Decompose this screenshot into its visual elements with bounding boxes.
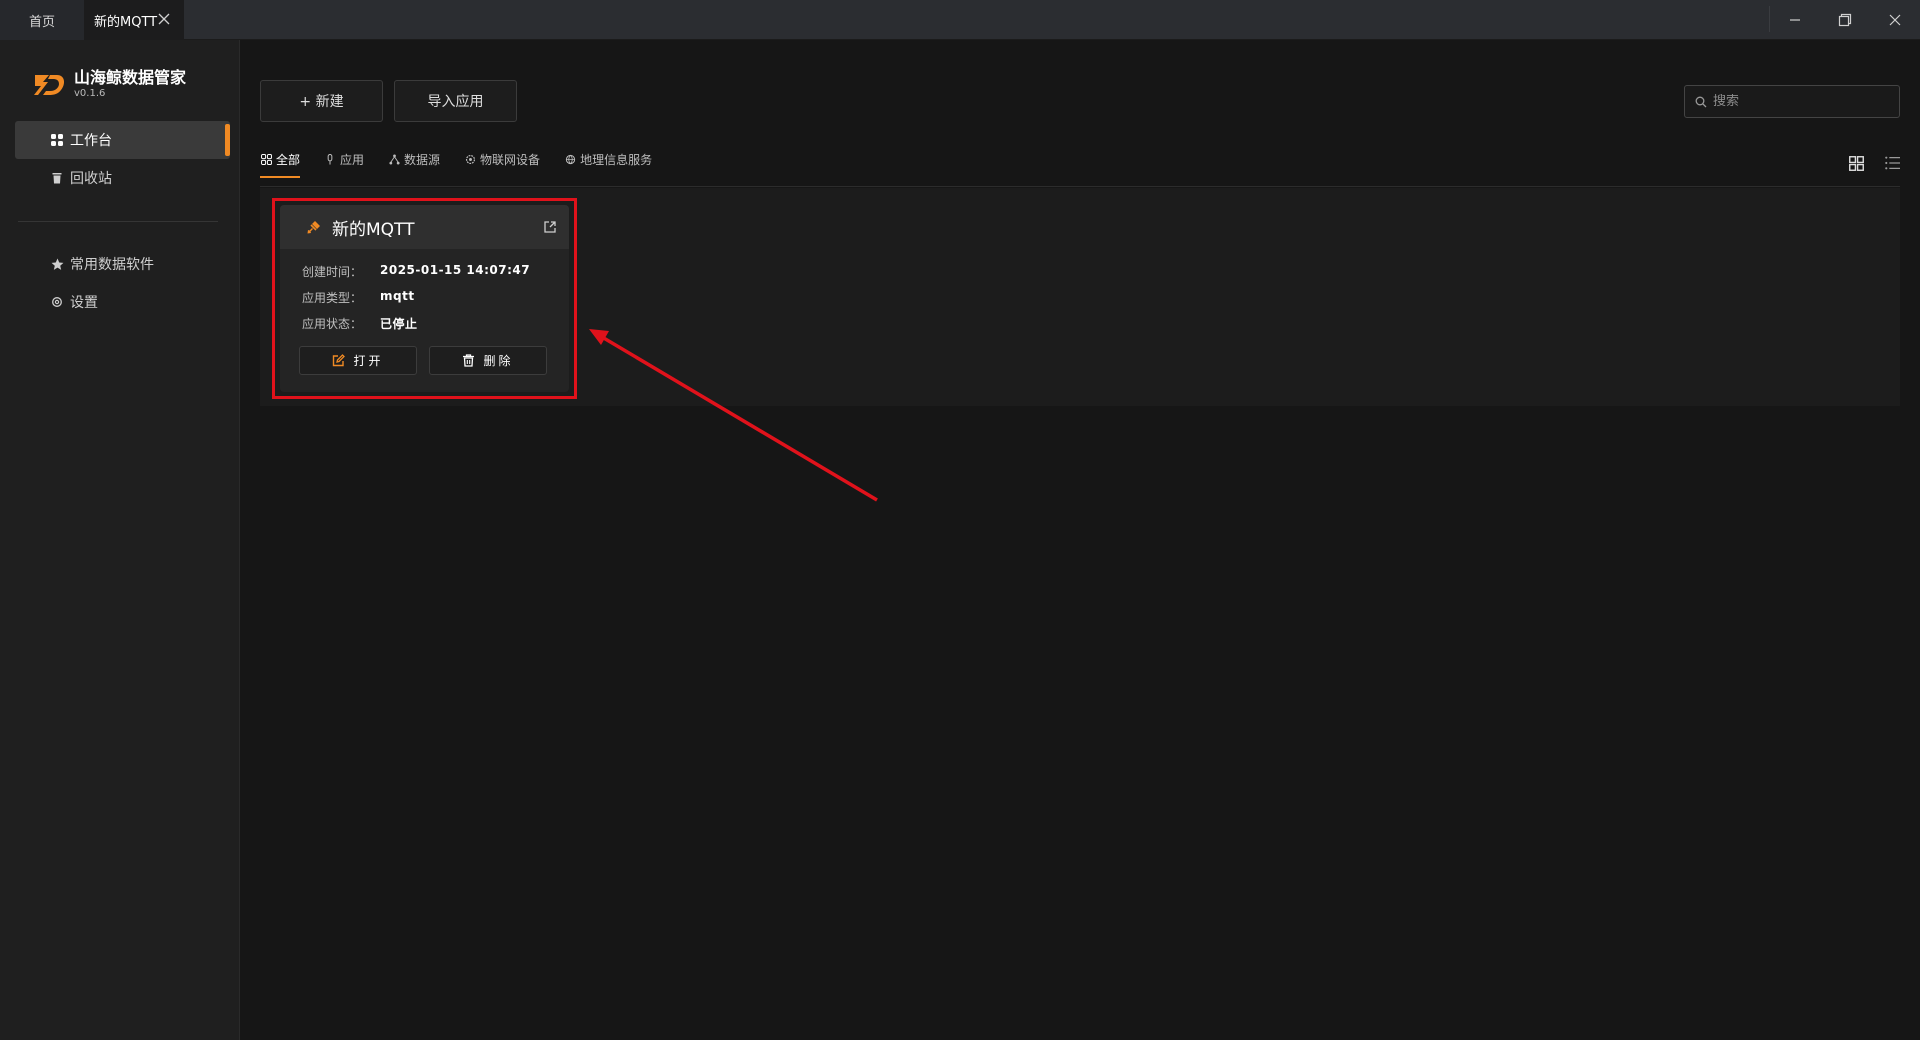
tab-home[interactable]: 首页 (0, 0, 84, 40)
grid-view-icon (1848, 155, 1864, 171)
active-indicator (225, 124, 230, 156)
filter-apps[interactable]: 应用 (324, 148, 364, 170)
filter-gis-services[interactable]: 地理信息服务 (564, 148, 652, 170)
content-divider (260, 186, 1900, 187)
grid-view-button[interactable] (1845, 152, 1867, 174)
sidebar-item-settings[interactable]: 设置 (15, 283, 230, 321)
window-controls (1770, 0, 1920, 40)
tab-home-label: 首页 (28, 14, 55, 30)
sidebar-item-common-software[interactable]: 常用数据软件 (15, 245, 230, 283)
sidebar-item-recycle-bin[interactable]: 回收站 (15, 159, 230, 197)
sidebar-item-label: 回收站 (70, 171, 112, 187)
category-filters: 全部 应用 数据源 物联网设备 地理信息服务 (260, 148, 676, 180)
highlight-box (272, 198, 577, 399)
view-toggles (1831, 152, 1903, 174)
tab-mqtt-label: 新的MQTT (94, 14, 158, 30)
trash-icon (50, 171, 64, 185)
restore-icon (1838, 13, 1852, 27)
filter-label: 数据源 (404, 152, 441, 167)
filter-label: 地理信息服务 (580, 152, 653, 167)
minimize-icon (1790, 19, 1800, 21)
filter-iot-devices[interactable]: 物联网设备 (464, 148, 540, 170)
close-window-button[interactable] (1870, 0, 1920, 40)
logo-icon (34, 75, 65, 95)
search-input[interactable] (1713, 94, 1883, 109)
list-view-button[interactable] (1881, 152, 1903, 174)
sidebar-item-label: 常用数据软件 (70, 257, 154, 273)
minimize-button[interactable] (1770, 0, 1820, 40)
import-app-button-label: 导入应用 (427, 94, 484, 110)
gear-icon (464, 153, 476, 165)
close-icon (1889, 14, 1901, 26)
filter-datasource[interactable]: 数据源 (388, 148, 440, 170)
new-button[interactable]: + 新建 (260, 80, 383, 122)
sidebar: 山海鲸数据管家 v0.1.6 工作台 回收站 常用数据软件 设置 (0, 40, 240, 1040)
brand-version: v0.1.6 (74, 88, 106, 99)
sidebar-item-label: 设置 (70, 295, 98, 311)
network-icon (388, 153, 400, 165)
filter-label: 应用 (340, 152, 365, 167)
import-app-button[interactable]: 导入应用 (394, 80, 517, 122)
search-box (1684, 85, 1900, 118)
new-button-label: + 新建 (299, 94, 344, 110)
restore-button[interactable] (1820, 0, 1870, 40)
star-icon (50, 257, 64, 271)
list-view-icon (1884, 156, 1900, 170)
globe-icon (564, 153, 576, 165)
sidebar-item-workbench[interactable]: 工作台 (15, 121, 230, 159)
sidebar-item-label: 工作台 (70, 133, 112, 149)
title-bar: 首页 新的MQTT (0, 0, 1920, 40)
filter-label: 全部 (276, 152, 301, 167)
brand-name: 山海鲸数据管家 (74, 68, 187, 87)
gear-icon (50, 295, 64, 309)
sidebar-divider (18, 221, 218, 222)
brand: 山海鲸数据管家 v0.1.6 (32, 68, 186, 100)
filter-label: 物联网设备 (480, 152, 541, 167)
annotation-arrow (589, 329, 878, 502)
mic-icon (324, 153, 336, 165)
grid-icon (260, 153, 272, 165)
tab-mqtt[interactable]: 新的MQTT (84, 0, 184, 40)
grid-icon (50, 133, 64, 147)
filter-all[interactable]: 全部 (260, 148, 301, 178)
close-icon[interactable] (156, 11, 172, 27)
search-icon (1695, 96, 1707, 107)
